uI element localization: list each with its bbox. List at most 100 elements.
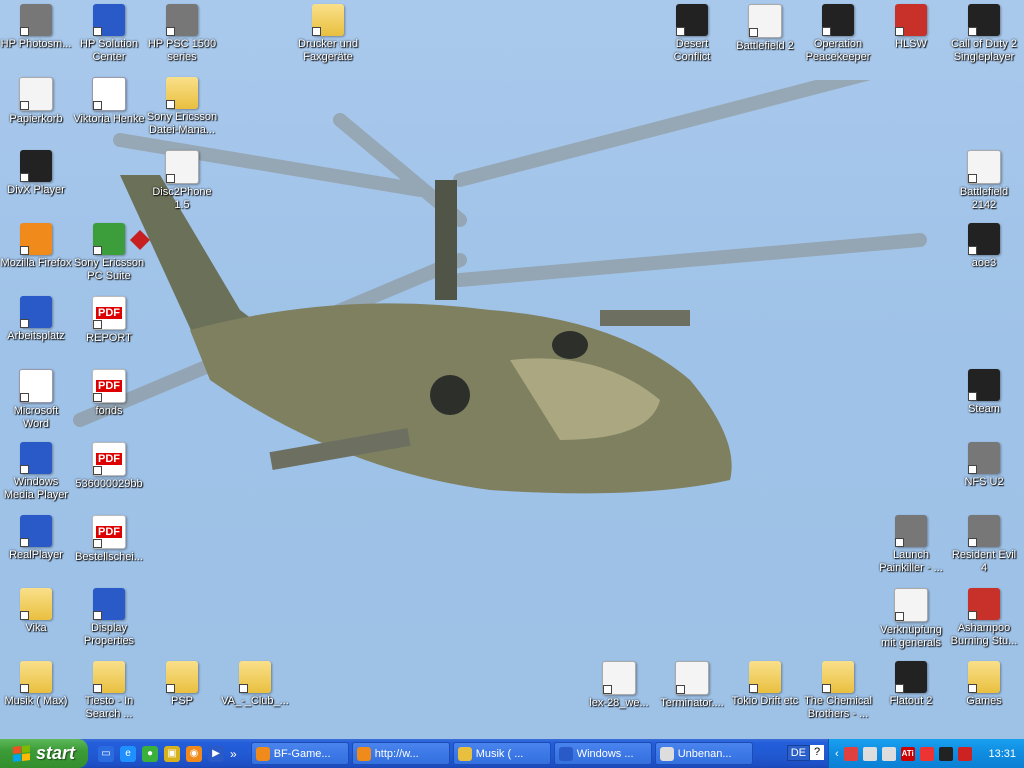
folder-icon <box>239 661 271 693</box>
re4-icon <box>968 515 1000 547</box>
desktop-icon[interactable]: Battlefield 2142 <box>948 150 1020 212</box>
desktop-icon[interactable]: PDF REPORT <box>73 296 145 345</box>
desert-conflict-icon <box>676 4 708 36</box>
show-desktop-icon[interactable]: ▭ <box>98 745 114 762</box>
desktop-icon-label: Sony Ericsson PC Suite <box>73 257 145 282</box>
desktop-icon[interactable]: Terminator.... <box>656 661 728 710</box>
desktop-icon[interactable]: Sony Ericsson Datei-Mana... <box>146 77 218 137</box>
desktop-icon-label: 536000029bb <box>75 478 143 490</box>
wmp-icon <box>558 746 573 761</box>
desktop-icon[interactable]: Arbeitsplatz <box>0 296 72 343</box>
desktop-icon[interactable]: The Chemical Brothers - ... <box>802 661 874 721</box>
tray-red-icon[interactable] <box>843 746 858 761</box>
task-button[interactable]: http://w... <box>351 742 450 765</box>
desktop-icon[interactable]: Drucker und Faxgeräte <box>292 4 364 64</box>
desktop-icon[interactable]: Mozilla Firefox <box>0 223 72 270</box>
desktop-icon-label: Windows Media Player <box>3 476 69 501</box>
start-label: start <box>35 743 75 763</box>
desktop-icon-label: lex-28_we... <box>589 697 649 709</box>
desktop-icon[interactable]: W Microsoft Word <box>0 369 72 431</box>
desktop-icon[interactable]: Windows Media Player <box>0 442 72 502</box>
folder-phone-icon <box>166 77 198 109</box>
firefox-icon <box>356 746 371 761</box>
folder-icon <box>166 661 198 693</box>
task-button[interactable]: Unbenan... <box>654 742 753 765</box>
ati-icon[interactable]: ATi <box>900 746 915 761</box>
desktop-icon[interactable]: Battlefield 2 <box>729 4 801 53</box>
security-icon[interactable] <box>919 746 934 761</box>
desktop-icon[interactable]: DivX Player <box>0 150 72 197</box>
desktop-icon[interactable]: Disc2Phone 1.5 <box>146 150 218 212</box>
photosmart-icon <box>20 4 52 36</box>
desktop-icon[interactable]: Ashampoo Burning Stu... <box>948 588 1020 648</box>
quick-launch: ▭ e ● ▣ ◉ ▶ » <box>98 745 237 762</box>
folder-icon <box>457 746 472 761</box>
desktop-icon[interactable]: Operation Peacekeeper <box>802 4 874 64</box>
task-button[interactable]: Windows ... <box>553 742 652 765</box>
desktop-icon[interactable]: Tokio Drift etc <box>729 661 801 708</box>
desktop-icon[interactable]: NFS U2 <box>948 442 1020 489</box>
desktop-icon[interactable]: HP Solution Center <box>73 4 145 64</box>
desktop-icon[interactable]: VA_-_Club_... <box>219 661 291 708</box>
desktop-icon[interactable]: Musik ( Max) <box>0 661 72 708</box>
desktop-icon-label: HP Photosm... <box>0 38 72 50</box>
desktop-icon[interactable]: PDF Bestellschei... <box>73 515 145 564</box>
desktop-icon[interactable]: Vika <box>0 588 72 635</box>
desktop-icon[interactable]: Flatout 2 <box>875 661 947 708</box>
desktop-icon[interactable]: Display Properties <box>73 588 145 648</box>
desktop-icon[interactable]: Games <box>948 661 1020 708</box>
firefox-icon[interactable]: ◉ <box>186 745 202 762</box>
desktop-icon[interactable]: aoe3 <box>948 223 1020 270</box>
task-button[interactable]: Musik ( ... <box>452 742 551 765</box>
desktop-icon-label: Display Properties <box>83 622 135 647</box>
desktop-icon-label: Resident Evil 4 <box>951 549 1017 574</box>
desktop-icon[interactable]: W Viktoria Henke <box>73 77 145 126</box>
folder-icon <box>749 661 781 693</box>
painkiller-icon <box>895 515 927 547</box>
desktop-icon-label: Call of Duty 2 Singleplayer <box>950 38 1018 63</box>
ie-icon[interactable]: e <box>120 745 136 762</box>
media-icon[interactable]: ▣ <box>164 745 180 762</box>
folder-printer-icon <box>312 4 344 36</box>
desktop-icon-label: Battlefield 2 <box>736 40 794 52</box>
desktop-icon[interactable]: PDF 536000029bb <box>73 442 145 491</box>
wmp-icon[interactable]: ▶ <box>208 745 224 762</box>
desktop-icon[interactable]: HP PSC 1500 series <box>146 4 218 64</box>
ms-word-icon: W <box>19 369 53 403</box>
desktop-icon[interactable]: lex-28_we... <box>583 661 655 710</box>
desktop-icon[interactable]: Verknüpfung mit generals <box>875 588 947 650</box>
desktop-icon-label: RealPlayer <box>9 549 63 561</box>
firefox-icon <box>255 746 270 761</box>
task-button-label: Unbenan... <box>677 747 732 760</box>
tray-dark-icon[interactable] <box>938 746 953 761</box>
pdf-icon: PDF <box>92 369 126 403</box>
desktop-icon[interactable]: Desert Conflict <box>656 4 728 64</box>
task-button[interactable]: BF-Game... <box>250 742 349 765</box>
task-button-label: http://w... <box>374 747 419 760</box>
realplayer-tray-icon[interactable] <box>957 746 972 761</box>
desktop-icon[interactable]: HLSW <box>875 4 947 51</box>
desktop-icon[interactable]: Tiesto - In Search ... <box>73 661 145 721</box>
display-tray-icon[interactable] <box>881 746 896 761</box>
quick-launch-overflow[interactable]: » <box>230 747 237 761</box>
desktop-icon-label: Viktoria Henke <box>73 113 145 125</box>
desktop-icon[interactable]: HP Photosm... <box>0 4 72 51</box>
desktop-icon[interactable]: Papierkorb <box>0 77 72 126</box>
desktop-icon[interactable]: PSP <box>146 661 218 708</box>
help-icon[interactable]: ? <box>810 745 824 760</box>
network-icon[interactable] <box>862 746 877 761</box>
start-button[interactable]: start <box>0 739 88 768</box>
language-indicator[interactable]: DE <box>786 745 810 761</box>
desktop-icon[interactable]: Call of Duty 2 Singleplayer <box>948 4 1020 64</box>
desktop-icon-label: REPORT <box>86 332 132 344</box>
desktop-icon[interactable]: RealPlayer <box>0 515 72 562</box>
desktop-icon[interactable]: Steam <box>948 369 1020 416</box>
desktop-icon[interactable]: Launch Painkiller - ... <box>875 515 947 575</box>
messenger-icon[interactable]: ● <box>142 745 158 762</box>
desktop-icon[interactable]: PDF fonds <box>73 369 145 418</box>
desktop-icon[interactable]: Resident Evil 4 <box>948 515 1020 575</box>
word-doc-icon: W <box>92 77 126 111</box>
clock[interactable]: 13:31 <box>988 748 1016 760</box>
desktop-icon[interactable]: Sony Ericsson PC Suite <box>73 223 145 283</box>
tray-expand-icon[interactable]: ‹ <box>835 748 839 760</box>
